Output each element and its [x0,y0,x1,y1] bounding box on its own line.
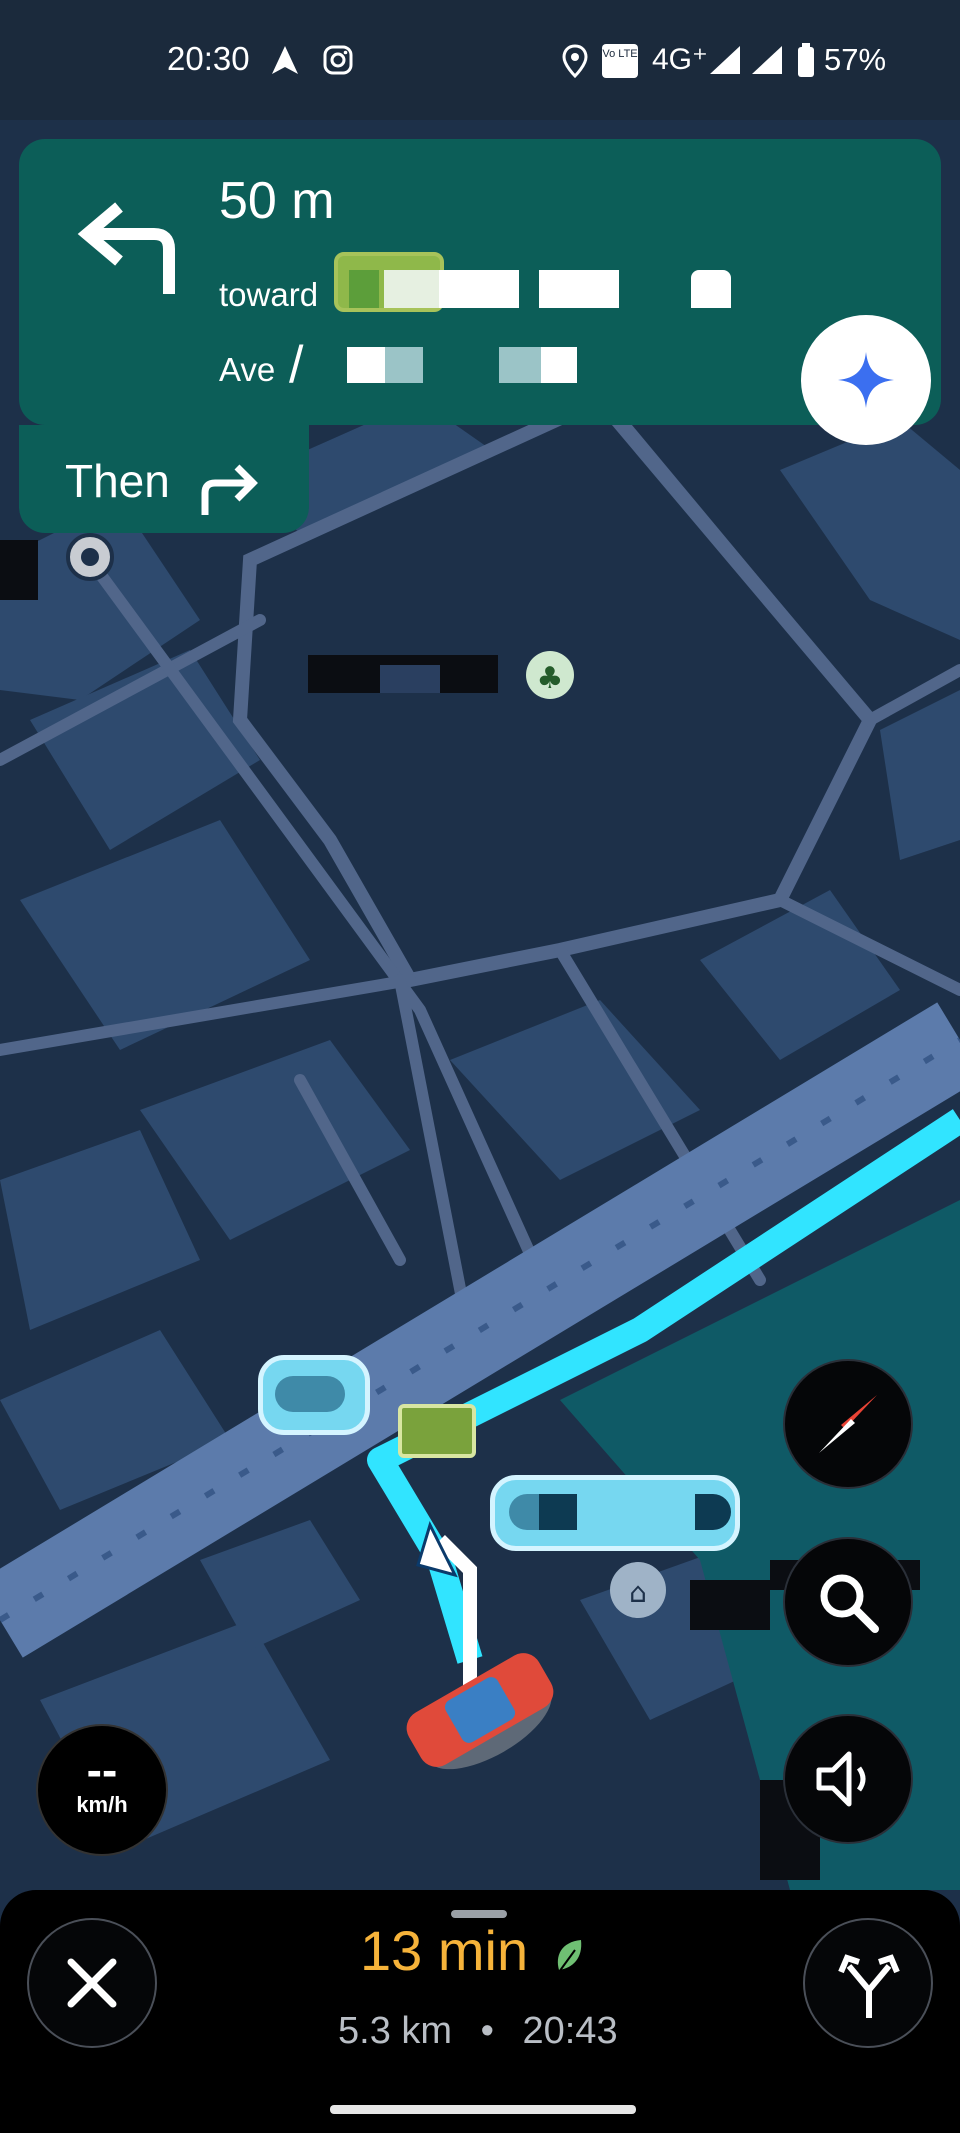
sound-button[interactable] [783,1714,913,1844]
next-maneuver-card[interactable]: Then [19,425,309,533]
svg-text:♣: ♣ [537,661,564,696]
compass-icon [819,1395,877,1453]
alternate-routes-button[interactable] [803,1918,933,2048]
network-type: 4G⁺ [652,43,708,76]
trip-summary-sheet[interactable]: 13 min 5.3 km • 20:43 [0,1890,960,2133]
alternate-routes-icon [838,1954,900,2018]
status-time: 20:30 [167,40,250,77]
navigation-instruction-card[interactable]: 50 m toward Ave / [19,139,941,445]
navigation-arrow-icon [272,46,298,74]
volte-badge: Vo LTE [602,44,638,78]
close-navigation-button[interactable] [27,1918,157,2048]
trip-separator: • [480,2010,494,2052]
speedometer: -- km/h [36,1724,168,1856]
trip-duration: 13 min [360,1919,529,1982]
sheet-drag-handle[interactable] [451,1910,507,1918]
leaf-icon [557,1940,581,1973]
street-separator: / [289,336,304,394]
maneuver-distance: 50 m [219,172,335,230]
battery-percent: 57% [824,42,887,77]
location-icon [562,44,588,78]
status-bar: 20:30 Vo LTE 4G⁺ 57% [0,0,960,120]
ave-label: Ave [219,351,276,388]
then-label: Then [65,455,170,507]
trip-eta: 20:43 [522,2010,618,2052]
compass-button[interactable] [783,1359,913,1489]
search-icon [820,1574,879,1633]
search-button[interactable] [783,1537,913,1667]
traffic-info-bubble[interactable] [490,1475,740,1551]
signal-icon [710,46,740,74]
volume-icon [816,1751,866,1807]
gemini-icon [838,352,894,408]
battery-icon [798,43,814,77]
trip-duration-row: 13 min [360,1918,581,1988]
close-icon [67,1958,117,2008]
speed-value: -- [86,1744,118,1796]
turn-left-icon [77,202,175,294]
svg-text:⌂: ⌂ [629,1576,647,1609]
signal-icon-2 [752,46,782,74]
toll-marker[interactable] [398,1404,476,1458]
instagram-icon [323,45,353,75]
trip-distance: 5.3 km [338,2010,453,2052]
turn-right-icon [201,464,258,515]
assistant-button[interactable] [801,315,931,445]
toward-label: toward [219,276,319,313]
route-label-bubble[interactable] [258,1355,370,1435]
speed-unit: km/h [76,1792,128,1817]
home-indicator[interactable] [330,2105,636,2114]
trip-details-row: 5.3 km • 20:43 [338,2010,618,2053]
